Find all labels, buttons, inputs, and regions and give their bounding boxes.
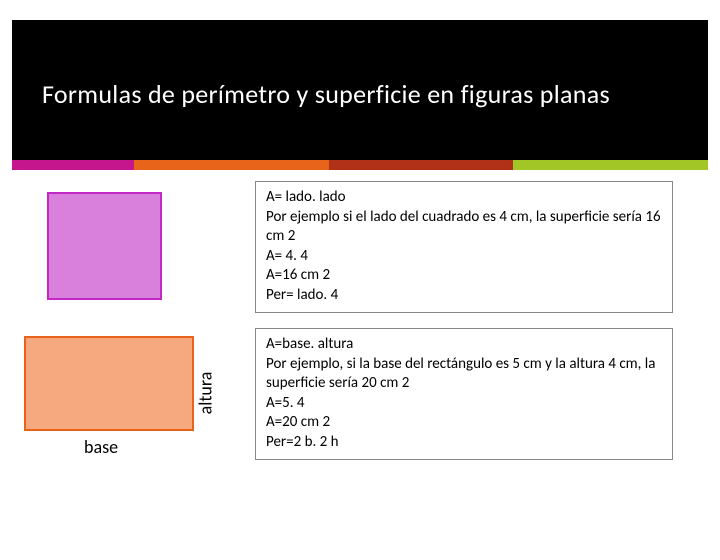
text-line: A=base. altura [266, 335, 662, 355]
title-band: Formulas de perímetro y superficie en fi… [12, 20, 708, 160]
altura-label: altura [194, 372, 216, 415]
text-line: Per= lado. 4 [266, 286, 662, 306]
rectangle-formula-box: A=base. altura Por ejemplo, si la base d… [255, 328, 673, 460]
text-line: Per=2 b. 2 h [266, 433, 662, 453]
text-line: Por ejemplo, si la base del rectángulo e… [266, 355, 662, 394]
text-line: A= lado. lado [266, 188, 662, 208]
square-formula-box: A= lado. lado Por ejemplo si el lado del… [255, 181, 673, 313]
text-line: A=20 cm 2 [266, 413, 662, 433]
stripe-orange [134, 160, 329, 170]
color-stripe [12, 160, 708, 170]
stripe-magenta [12, 160, 134, 170]
stripe-red [329, 160, 512, 170]
text-line: Por ejemplo si el lado del cuadrado es 4… [266, 208, 662, 247]
text-line: A=5. 4 [266, 394, 662, 414]
text-line: A=16 cm 2 [266, 266, 662, 286]
text-line: A= 4. 4 [266, 247, 662, 267]
slide-title: Formulas de perímetro y superficie en fi… [12, 20, 708, 110]
rectangle-shape [24, 336, 194, 431]
stripe-lime [513, 160, 708, 170]
square-shape [47, 192, 162, 300]
content-area: altura base A= lado. lado Por ejemplo si… [0, 170, 720, 530]
base-label: base [84, 436, 118, 458]
